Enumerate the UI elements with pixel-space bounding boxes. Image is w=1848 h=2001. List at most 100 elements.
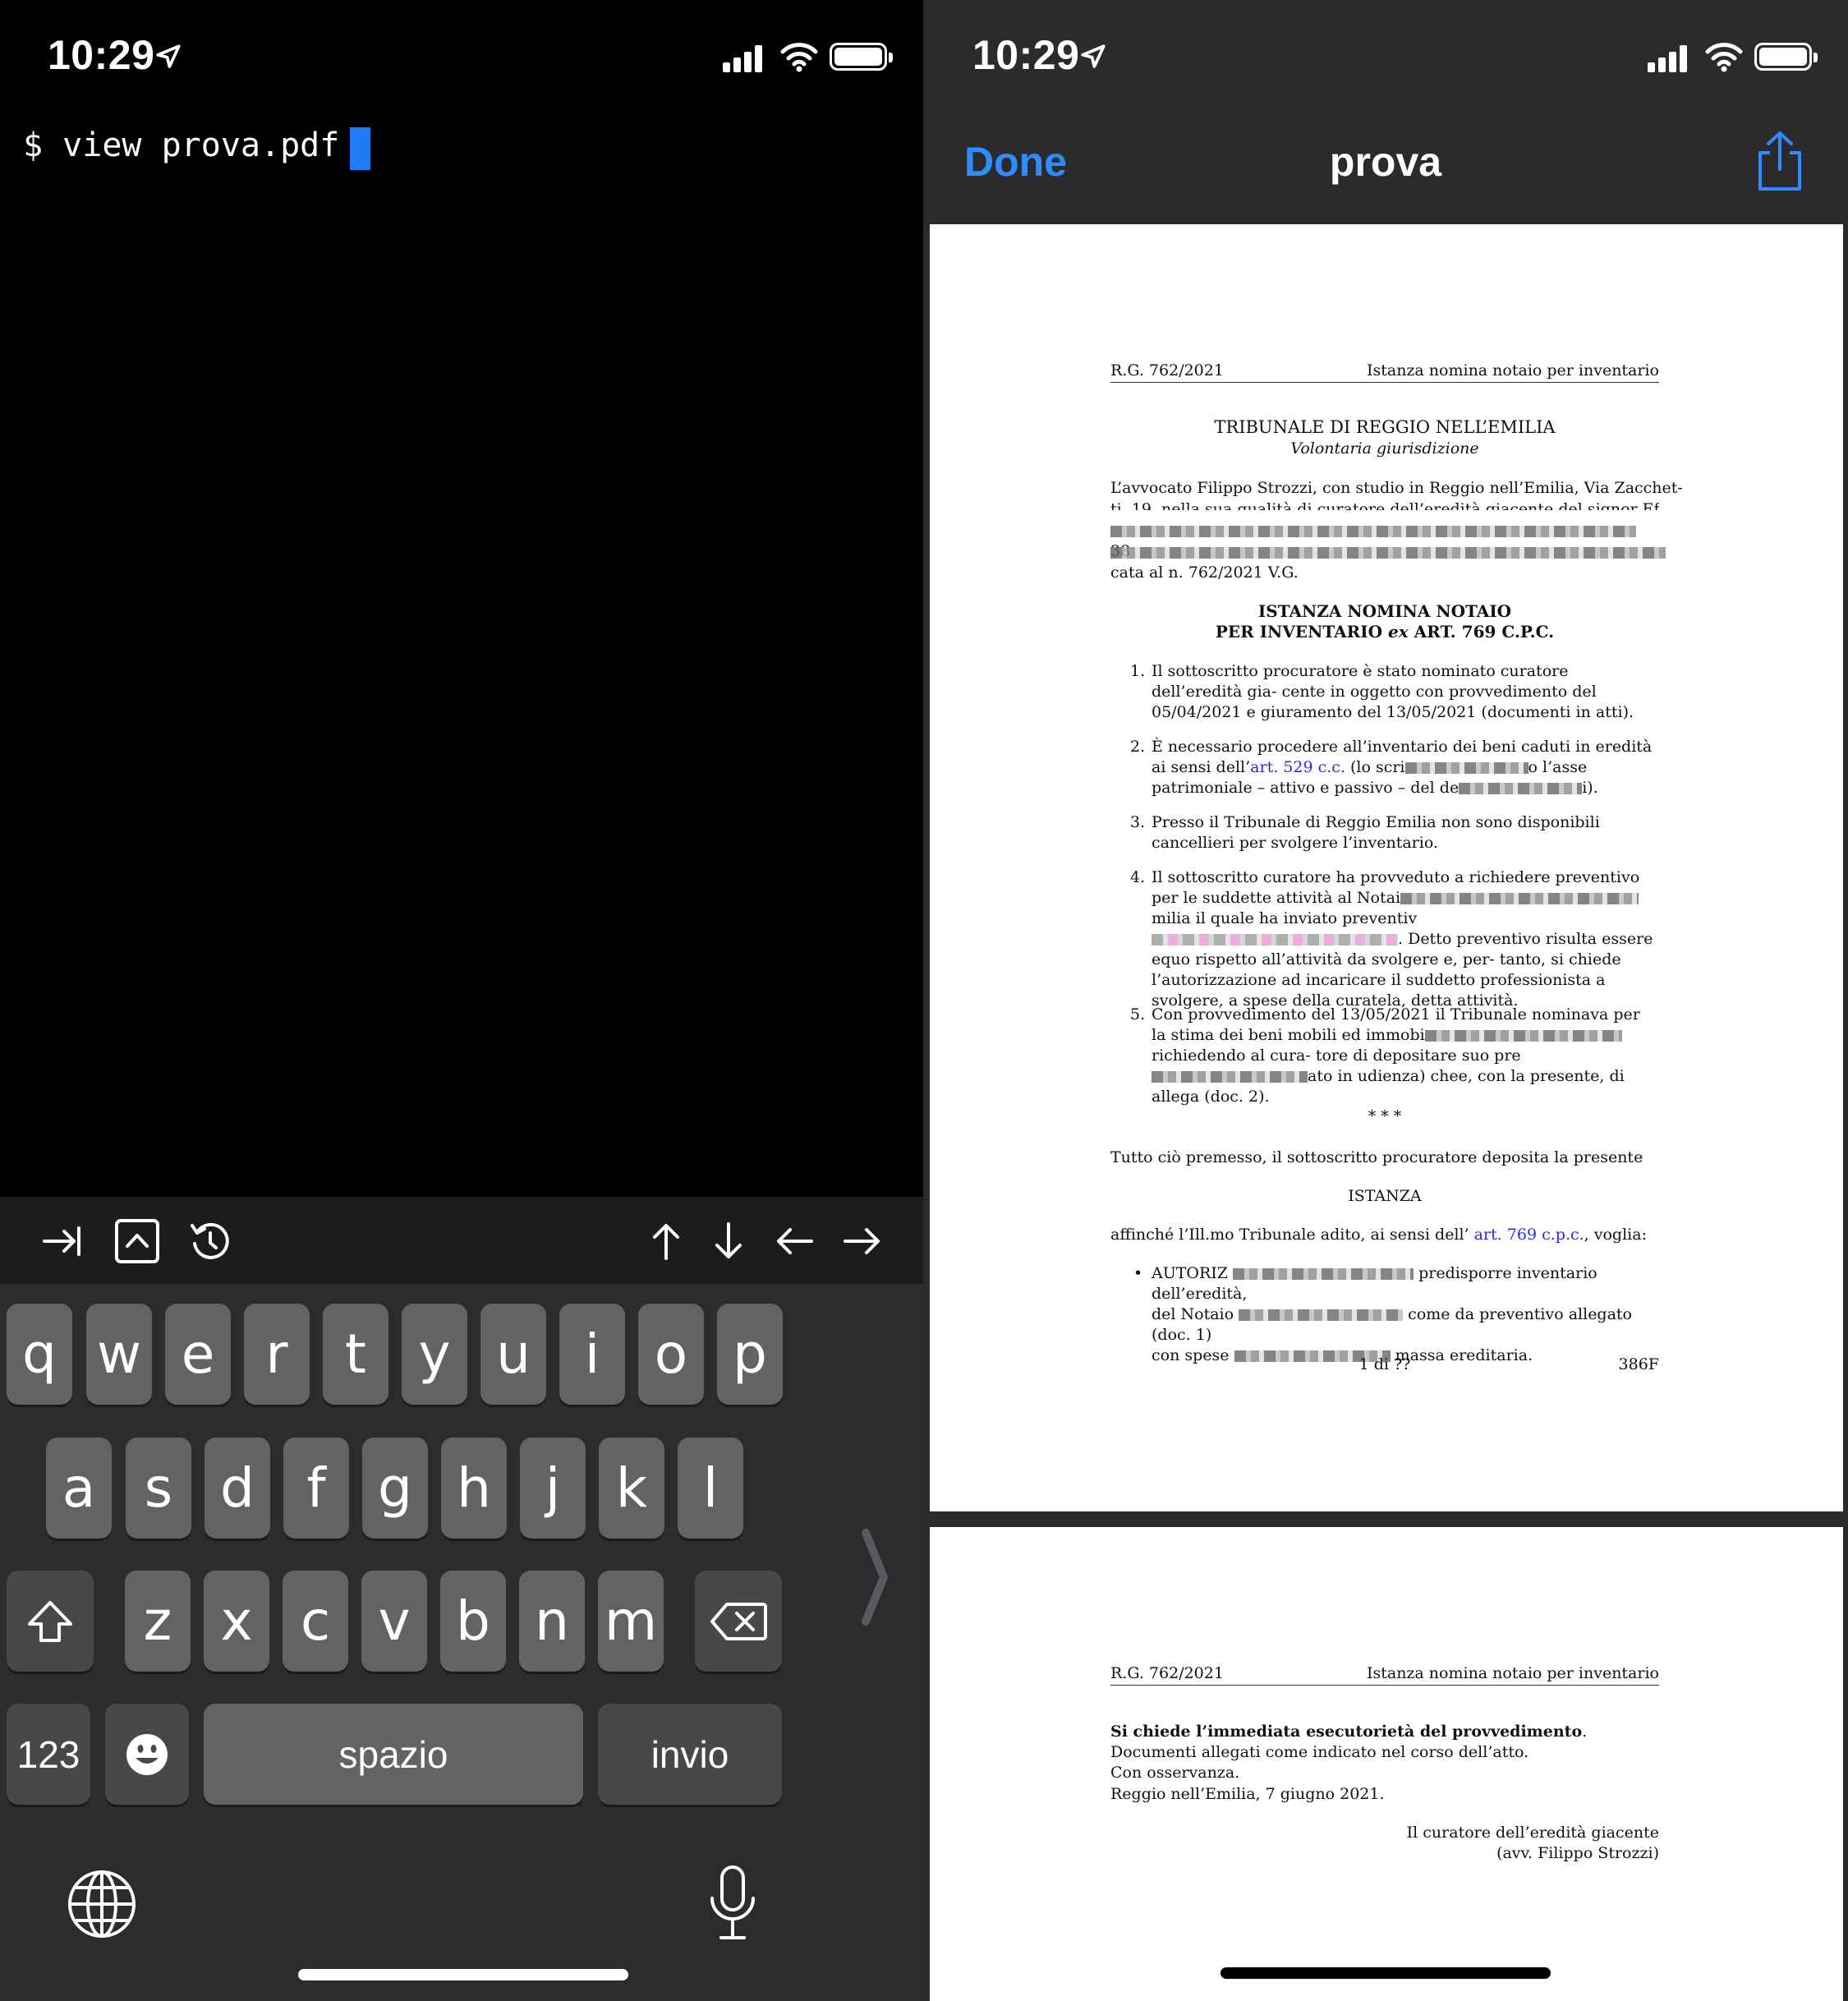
status-icons [723,41,893,74]
return-key[interactable]: invio [598,1704,782,1805]
shift-key[interactable] [7,1571,94,1672]
request-text: affinché l’Ill.mo Tribunale adito, ai se… [1110,1225,1659,1245]
keyboard: q w e r t y u i o p a s d f g h j k l z … [0,1284,923,2001]
key-i[interactable]: i [559,1304,625,1405]
item-text: Presso il Tribunale di Reggio Emilia non… [1152,813,1600,852]
premise-text: Tutto ciò premesso, il sottoscritto proc… [1110,1148,1643,1166]
arrow-up-button[interactable] [641,1217,691,1266]
court-subtitle: Volontaria giurisdizione [1290,439,1479,458]
status-time: 10:29 [48,32,155,78]
status-time: 10:29 [972,32,1080,78]
chevron-right-icon[interactable] [859,1528,889,1626]
terminal-app: 10:29 $ view prova.pdf q w e r t y u i o… [0,0,923,2001]
istanza-title-2: PER INVENTARIO ex ART. 769 C.P.C. [1110,622,1659,642]
history-button[interactable] [186,1217,235,1266]
article-link[interactable]: art. 769 c.p.c. [1474,1226,1584,1244]
key-d[interactable]: d [205,1438,270,1539]
key-v[interactable]: v [361,1571,427,1672]
history-icon [191,1222,229,1259]
terminal-toolbar [0,1197,923,1284]
header-right: Istanza nomina notaio per inventario [1366,361,1659,380]
istanza-heading: ISTANZA [1348,1187,1422,1205]
key-h[interactable]: h [441,1438,507,1539]
arrow-right-icon [844,1228,880,1254]
redaction [1404,762,1529,774]
key-u[interactable]: u [480,1304,546,1405]
key-x[interactable]: x [204,1571,269,1672]
key-a[interactable]: a [46,1438,112,1539]
key-l[interactable]: l [678,1438,743,1539]
redaction [1424,1030,1622,1042]
item-text: Il sottoscritto procuratore è stato nomi… [1152,662,1634,721]
redaction [1400,893,1639,904]
battery-icon [830,43,893,71]
arrow-down-button[interactable] [704,1217,753,1266]
redaction [1459,783,1583,794]
key-q[interactable]: q [7,1304,72,1405]
wifi-icon [1705,43,1743,72]
key-y[interactable]: y [402,1304,467,1405]
home-indicator [298,1969,628,1980]
key-o[interactable]: o [638,1304,704,1405]
list-item: 3. Presso il Tribunale di Reggio Emilia … [1110,812,1659,853]
emoji-icon [126,1733,168,1775]
closing-line: Con osservanza. [1110,1764,1240,1782]
backspace-icon [710,1602,767,1640]
arrow-left-button[interactable] [770,1217,819,1266]
item-number: 2. [1130,738,1146,756]
key-c[interactable]: c [283,1571,348,1672]
microphone-icon[interactable] [708,1864,757,1944]
key-w[interactable]: w [86,1304,152,1405]
redaction [1152,934,1398,945]
key-b[interactable]: b [440,1571,506,1672]
attachments-line: Documenti allegati come indicato nel cor… [1110,1743,1529,1761]
key-t[interactable]: t [323,1304,388,1405]
key-m[interactable]: m [598,1571,664,1672]
terminal-prompt: $ view prova.pdf [23,126,340,164]
bullet-text: del Notaio [1152,1305,1234,1323]
list-item: 2. È necessario procedere all’inventario… [1110,737,1659,798]
document-title: prova [1329,139,1442,185]
backspace-key[interactable] [695,1571,782,1672]
key-f[interactable]: f [283,1438,349,1539]
page-code: 386F [1618,1355,1659,1373]
title-part: ART. 769 C.P.C. [1408,622,1555,642]
space-key[interactable]: spazio [204,1704,583,1805]
status-bar: 10:29 [923,0,1848,115]
bold-text: Si chiede l’immediata esecutorietà del p… [1110,1723,1583,1741]
key-z[interactable]: z [125,1571,191,1672]
control-key-button[interactable] [113,1217,162,1266]
key-k[interactable]: k [599,1438,664,1539]
share-icon[interactable] [1754,130,1806,192]
arrow-right-button[interactable] [838,1217,887,1266]
intro-last: cata al n. 762/2021 V.G. [1110,564,1299,582]
item-text: milia il quale ha inviato preventiv [1152,909,1418,927]
emoji-key[interactable] [105,1704,189,1805]
page-header: R.G. 762/2021 Istanza nomina notaio per … [1110,1664,1659,1686]
key-j[interactable]: j [520,1438,586,1539]
key-s[interactable]: s [126,1438,191,1539]
redaction [1110,526,1636,537]
redaction [1233,1268,1414,1280]
key-g[interactable]: g [362,1438,428,1539]
key-n[interactable]: n [519,1571,585,1672]
item-number: 3. [1130,813,1146,831]
key-r[interactable]: r [244,1304,310,1405]
key-p[interactable]: p [717,1304,783,1405]
home-indicator [1221,1967,1551,1979]
bullet-text: AUTORIZ [1152,1264,1228,1282]
text-end: . [1582,1723,1588,1741]
status-icons [1648,41,1820,74]
wifi-icon [780,43,818,72]
request-part: affinché l’Ill.mo Tribunale adito, ai se… [1110,1226,1474,1244]
pdf-page-1: R.G. 762/2021 Istanza nomina notaio per … [930,224,1843,1511]
numbers-key[interactable]: 123 [7,1704,90,1805]
article-link[interactable]: art. 529 c.c. [1250,758,1345,776]
list-item: 5. Con provvedimento del 13/05/2021 il T… [1110,1005,1659,1107]
globe-icon[interactable] [66,1868,138,1940]
tab-key-button[interactable] [38,1217,87,1266]
pdf-page-2: R.G. 762/2021 Istanza nomina notaio per … [930,1527,1843,2001]
control-icon [115,1219,159,1263]
key-e[interactable]: e [165,1304,231,1405]
arrow-down-icon [715,1222,742,1258]
